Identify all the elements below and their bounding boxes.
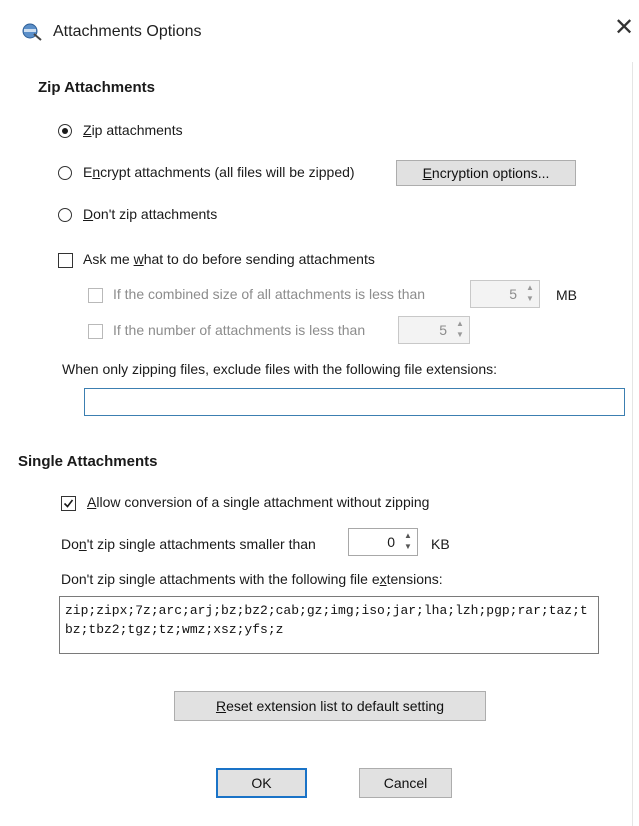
- count-condition-checkbox[interactable]: [88, 324, 103, 339]
- single-extensions-label: Don't zip single attachments with the fo…: [61, 571, 443, 587]
- allow-conversion-label[interactable]: Allow conversion of a single attachment …: [87, 494, 429, 510]
- encrypt-attachments-radio[interactable]: [58, 166, 72, 180]
- size-unit-label: MB: [556, 287, 577, 303]
- ask-before-sending-checkbox[interactable]: [58, 253, 73, 268]
- spin-arrows-icon[interactable]: ▲ ▼: [401, 531, 415, 553]
- count-limit-spinner[interactable]: 5 ▲ ▼: [398, 316, 470, 344]
- min-size-spinner[interactable]: 0 ▲ ▼: [348, 528, 418, 556]
- allow-conversion-checkbox[interactable]: [61, 496, 76, 511]
- dont-zip-attachments-radio[interactable]: [58, 208, 72, 222]
- count-condition-label: If the number of attachments is less tha…: [113, 322, 366, 338]
- attachment-options-icon: [21, 22, 43, 42]
- spin-arrows-icon[interactable]: ▲ ▼: [453, 319, 467, 341]
- min-size-value: 0: [387, 534, 395, 550]
- size-condition-checkbox[interactable]: [88, 288, 103, 303]
- single-extensions-textarea[interactable]: zip;zipx;7z;arc;arj;bz;bz2;cab;gz;img;is…: [59, 596, 599, 654]
- exclude-extensions-label: When only zipping files, exclude files w…: [62, 361, 498, 377]
- spin-arrows-icon[interactable]: ▲ ▼: [523, 283, 537, 305]
- count-limit-value: 5: [439, 322, 447, 338]
- size-condition-label: If the combined size of all attachments …: [113, 286, 426, 302]
- exclude-extensions-input[interactable]: [84, 388, 625, 416]
- cancel-button[interactable]: Cancel: [359, 768, 452, 798]
- close-icon[interactable]: ✕: [614, 16, 634, 40]
- single-attachments-heading: Single Attachments: [18, 453, 158, 470]
- size-limit-spinner[interactable]: 5 ▲ ▼: [470, 280, 540, 308]
- size-limit-value: 5: [509, 286, 517, 302]
- encryption-options-button[interactable]: Encryption options...: [396, 160, 576, 186]
- encrypt-attachments-label[interactable]: Encrypt attachments (all files will be z…: [83, 164, 355, 180]
- ask-before-sending-label[interactable]: Ask me what to do before sending attachm…: [83, 251, 375, 267]
- min-size-label: Don't zip single attachments smaller tha…: [61, 536, 316, 552]
- ok-button[interactable]: OK: [216, 768, 307, 798]
- zip-attachments-label[interactable]: Zip attachments: [83, 122, 183, 138]
- min-size-unit-label: KB: [431, 536, 450, 552]
- window-title: Attachments Options: [53, 23, 202, 40]
- zip-attachments-heading: Zip Attachments: [38, 79, 155, 96]
- zip-attachments-radio[interactable]: [58, 124, 72, 138]
- window-border: [632, 62, 633, 826]
- checkmark-icon: [63, 499, 74, 508]
- dont-zip-attachments-label[interactable]: Don't zip attachments: [83, 206, 217, 222]
- reset-extensions-button[interactable]: Reset extension list to default setting: [174, 691, 486, 721]
